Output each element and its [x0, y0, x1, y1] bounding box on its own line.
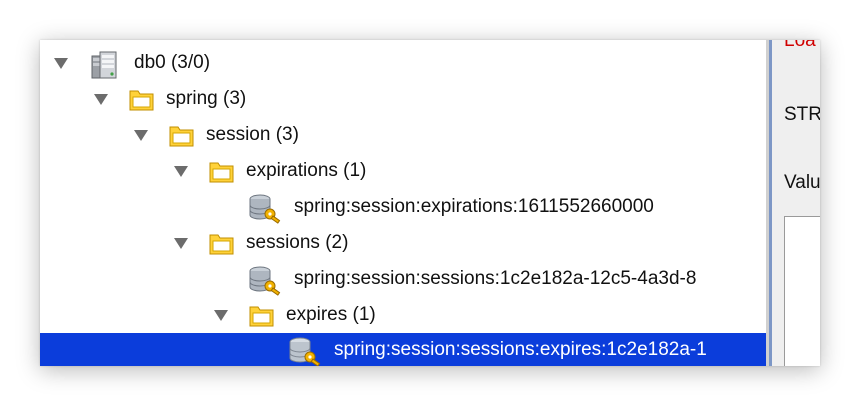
load-status-label: Loa — [784, 40, 816, 51]
folder-icon — [168, 122, 196, 154]
tree-node-key[interactable]: spring:session:sessions:1c2e182a-12c5-4a… — [40, 262, 766, 296]
tree-node-db0[interactable]: db0 (3/0) — [40, 46, 766, 80]
value-text-area[interactable] — [784, 216, 820, 366]
value-label: Valu — [784, 172, 820, 193]
tree-node-spring[interactable]: spring (3) — [40, 82, 766, 116]
tree-node-key-selected[interactable]: spring:session:sessions:expires:1c2e182a… — [40, 333, 766, 366]
expand-toggle-icon[interactable] — [214, 310, 228, 321]
folder-icon — [208, 158, 236, 190]
tree-node-key[interactable]: spring:session:expirations:1611552660000 — [40, 190, 766, 224]
value-panel: Loa STR Valu — [772, 40, 820, 366]
tree-node-label: spring:session:sessions:1c2e182a-12c5-4a… — [294, 268, 697, 289]
tree-node-expires[interactable]: expires (1) — [40, 298, 766, 332]
expand-toggle-icon[interactable] — [174, 166, 188, 177]
tree-node-expirations[interactable]: expirations (1) — [40, 154, 766, 188]
expand-toggle-icon[interactable] — [174, 238, 188, 249]
tree-node-sessions[interactable]: sessions (2) — [40, 226, 766, 260]
folder-icon — [208, 230, 236, 262]
tree-node-label: spring:session:expirations:1611552660000 — [294, 196, 654, 217]
tree-node-label: expirations (1) — [246, 160, 367, 181]
tree-node-session[interactable]: session (3) — [40, 118, 766, 152]
tree-node-label: db0 (3/0) — [134, 52, 211, 73]
expand-toggle-icon[interactable] — [134, 130, 148, 141]
redis-key-icon — [288, 335, 322, 366]
redis-key-icon — [248, 264, 282, 302]
redis-browser-window: db0 (3/0) spring (3) session (3) expirat… — [40, 40, 820, 366]
tree-node-label: spring:session:sessions:expires:1c2e182a… — [334, 339, 707, 360]
key-tree[interactable]: db0 (3/0) spring (3) session (3) expirat… — [40, 40, 766, 366]
folder-icon — [128, 86, 156, 118]
type-label: STR — [784, 104, 820, 125]
tree-node-label: spring (3) — [166, 88, 247, 109]
tree-node-label: expires (1) — [286, 304, 376, 325]
folder-icon — [248, 302, 276, 334]
expand-toggle-icon[interactable] — [54, 58, 68, 69]
tree-node-label: session (3) — [206, 124, 299, 145]
database-server-icon — [88, 48, 122, 86]
redis-key-icon — [248, 192, 282, 230]
tree-node-label: sessions (2) — [246, 232, 349, 253]
expand-toggle-icon[interactable] — [94, 94, 108, 105]
